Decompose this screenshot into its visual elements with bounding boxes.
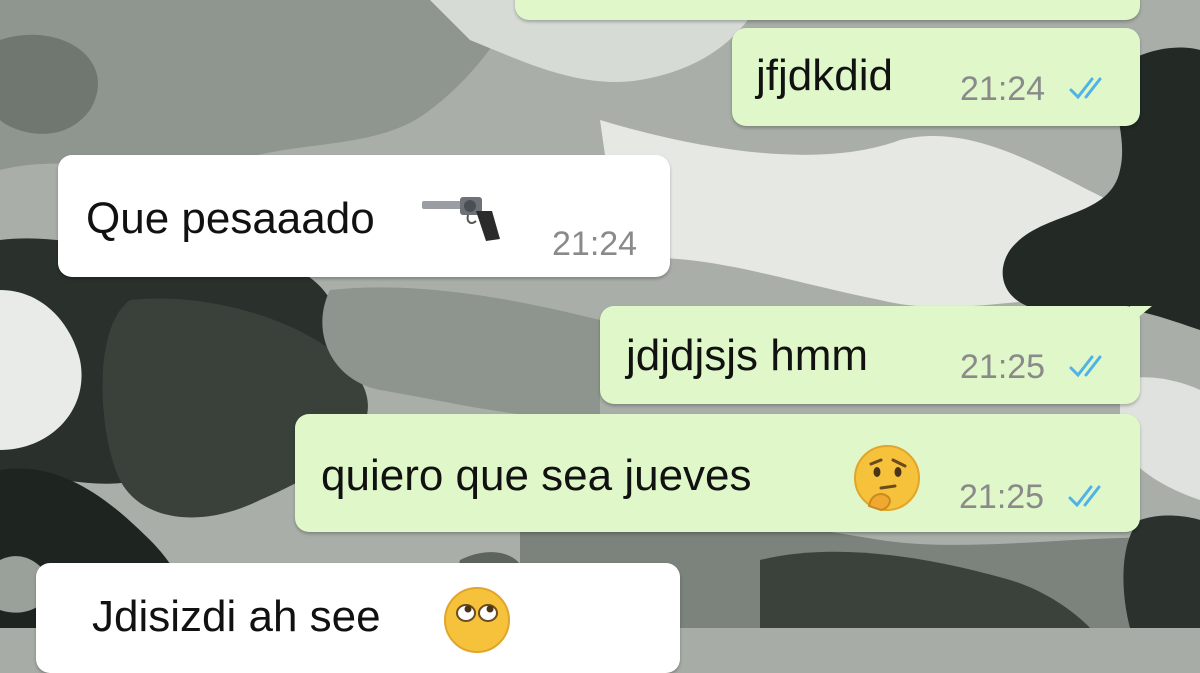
message-bubble-incoming[interactable]: Jdisizdi ah see	[36, 563, 680, 673]
thinking-face-emoji-icon	[854, 445, 920, 512]
message-text: jfjdkdid	[756, 51, 893, 100]
message-timestamp: 21:25	[960, 348, 1046, 386]
message-timestamp: 21:25	[959, 478, 1045, 516]
eye-roll-face-emoji-icon	[444, 587, 510, 653]
read-receipt-icon	[1069, 355, 1102, 378]
message-bubble-outgoing[interactable]: jfjdkdid 21:24	[732, 28, 1140, 126]
message-text: jdjdjsjs hmm	[626, 331, 869, 380]
message-text: Jdisizdi ah see	[92, 592, 381, 641]
message-bubble-outgoing[interactable]: jdjdjsjs hmm 21:25	[600, 306, 1140, 404]
message-bubble-partial	[515, 0, 1140, 20]
read-receipt-icon	[1068, 485, 1101, 508]
message-bubble-outgoing[interactable]: quiero que sea jueves 21:25	[295, 414, 1140, 532]
message-timestamp: 21:24	[552, 225, 638, 263]
read-receipt-icon	[1069, 77, 1102, 100]
bubble-tail	[1130, 306, 1152, 324]
message-bubble-incoming[interactable]: Que pesaaado 21:24	[58, 155, 670, 277]
message-timestamp: 21:24	[960, 70, 1046, 108]
message-text: Que pesaaado	[86, 194, 375, 243]
revolver-emoji-icon	[422, 197, 500, 241]
message-text: quiero que sea jueves	[321, 451, 752, 500]
